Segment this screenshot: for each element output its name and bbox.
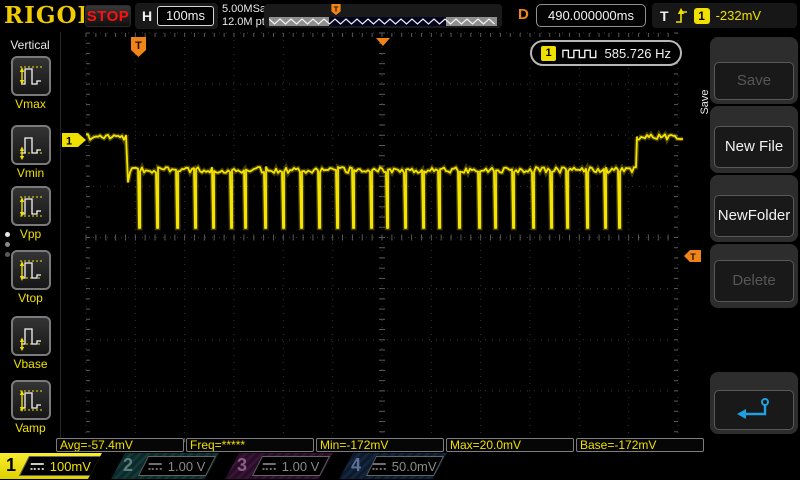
channel-number: 4	[351, 455, 362, 475]
graticule-display: 1 T T	[62, 32, 701, 443]
counter-source-chip: 1	[541, 45, 556, 61]
softkey-menu: Save Save New File NewFolder Delete	[699, 32, 800, 452]
channel-1-tab[interactable]: 1 100mV	[0, 453, 102, 479]
channel-number: 2	[123, 455, 134, 475]
screen-center-marker-icon	[376, 38, 390, 46]
channel-4-scale: 50.0mV	[366, 456, 444, 476]
measurement-base: Base=-172mV	[576, 438, 704, 452]
trigger-time-flag[interactable]: T	[131, 37, 146, 57]
softkey-slot: Delete	[710, 244, 798, 308]
measurement-avg: Avg=-57.4mV	[56, 438, 184, 452]
measurement-max: Max=20.0mV	[446, 438, 574, 452]
channel-number: 3	[237, 455, 248, 475]
dc-coupling-icon	[373, 462, 386, 471]
channel-3-scale: 1.00 V	[252, 456, 330, 476]
frequency-counter: 1 585.726 Hz	[530, 40, 682, 66]
svg-text:T: T	[135, 40, 142, 52]
measurement-min: Min=-172mV	[316, 438, 444, 452]
channel-2-tab[interactable]: 2 1.00 V	[109, 453, 221, 479]
graticule-grid	[85, 32, 679, 443]
ch1-level-marker[interactable]: 1	[62, 133, 86, 148]
new-file-button[interactable]: New File	[714, 126, 794, 168]
softkey-slot: New File	[710, 106, 798, 173]
back-button[interactable]	[714, 390, 794, 430]
softkey-slot	[710, 372, 798, 434]
delete-button[interactable]: Delete	[714, 260, 794, 302]
frequency-value: 585.726 Hz	[604, 45, 672, 61]
channel-3-tab[interactable]: 3 1.00 V	[223, 453, 335, 479]
save-button[interactable]: Save	[714, 62, 794, 100]
dc-coupling-icon	[31, 462, 44, 471]
new-folder-button[interactable]: NewFolder	[714, 195, 794, 237]
channel-status-bar: 1 100mV 2 1.00 V 3 1.00 V 4 50.0mV	[0, 452, 800, 480]
softkey-slot: NewFolder	[710, 175, 798, 242]
channel-2-scale: 1.00 V	[138, 456, 216, 476]
channel-4-tab[interactable]: 4 50.0mV	[337, 453, 449, 479]
return-arrow-icon	[737, 398, 769, 419]
trigger-level-marker[interactable]: T	[684, 250, 701, 262]
dc-coupling-icon	[263, 462, 276, 471]
svg-text:T: T	[690, 252, 696, 262]
svg-text:1: 1	[66, 136, 72, 148]
square-wave-icon	[562, 49, 597, 58]
channel-number: 1	[6, 455, 17, 475]
channel-1-scale: 100mV	[18, 456, 102, 476]
softkey-slot: Save	[710, 37, 798, 104]
measurement-freq: Freq=*****	[186, 438, 314, 452]
dc-coupling-icon	[149, 462, 162, 471]
